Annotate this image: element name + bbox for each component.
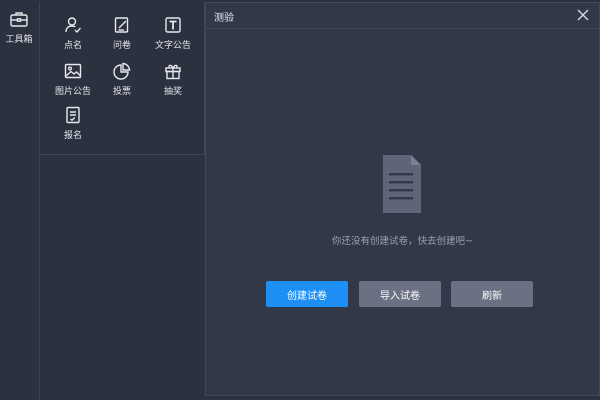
signup-icon: [66, 106, 80, 124]
tool-label: 图片公告: [54, 87, 91, 97]
lottery-icon: [165, 64, 181, 80]
import-paper-button[interactable]: 导入试卷: [359, 281, 441, 307]
tool-text-notice[interactable]: 文字公告: [146, 16, 200, 54]
tools-panel: 点名 问卷 文字公告 图片公告 投票 抽奖 报名: [39, 2, 205, 400]
toolbox-icon: [10, 12, 28, 27]
refresh-button[interactable]: 刷新: [451, 281, 533, 307]
roll-call-icon: [65, 17, 82, 34]
close-icon[interactable]: [576, 8, 590, 22]
tool-lottery[interactable]: 抽奖: [146, 62, 200, 100]
tools-grid: 点名 问卷 文字公告 图片公告 投票 抽奖 报名: [40, 2, 205, 155]
tool-label: 点名: [63, 41, 82, 51]
empty-state-text: 你还没有创建试卷，快去创建吧~: [332, 236, 473, 247]
tool-vote[interactable]: 投票: [95, 62, 149, 100]
tool-label: 问卷: [112, 41, 131, 51]
tool-signup[interactable]: 报名: [46, 106, 100, 144]
left-rail: 工具箱: [0, 0, 38, 400]
dialog-header: 测验: [206, 3, 599, 29]
tool-label: 报名: [63, 131, 82, 141]
tool-roll-call[interactable]: 点名: [46, 16, 100, 54]
vote-icon: [113, 62, 131, 80]
tool-label: 投票: [112, 87, 131, 97]
toolbox-label: 工具箱: [5, 35, 33, 45]
dialog-title: 测验: [214, 13, 234, 24]
questionnaire-icon: [114, 17, 129, 33]
image-notice-icon: [64, 63, 82, 79]
empty-document-icon: [383, 155, 421, 213]
quiz-dialog: 测验 你还没有创建试卷，快去创建吧~ 创建试卷 导入试卷 刷新: [205, 2, 600, 396]
tool-questionnaire[interactable]: 问卷: [95, 16, 149, 54]
tool-label: 抽奖: [163, 87, 182, 97]
toolbox-button[interactable]: 工具箱: [3, 10, 35, 54]
text-notice-icon: [165, 17, 181, 33]
tool-image-notice[interactable]: 图片公告: [46, 62, 100, 100]
create-paper-button[interactable]: 创建试卷: [266, 281, 348, 307]
tool-label: 文字公告: [154, 41, 191, 51]
